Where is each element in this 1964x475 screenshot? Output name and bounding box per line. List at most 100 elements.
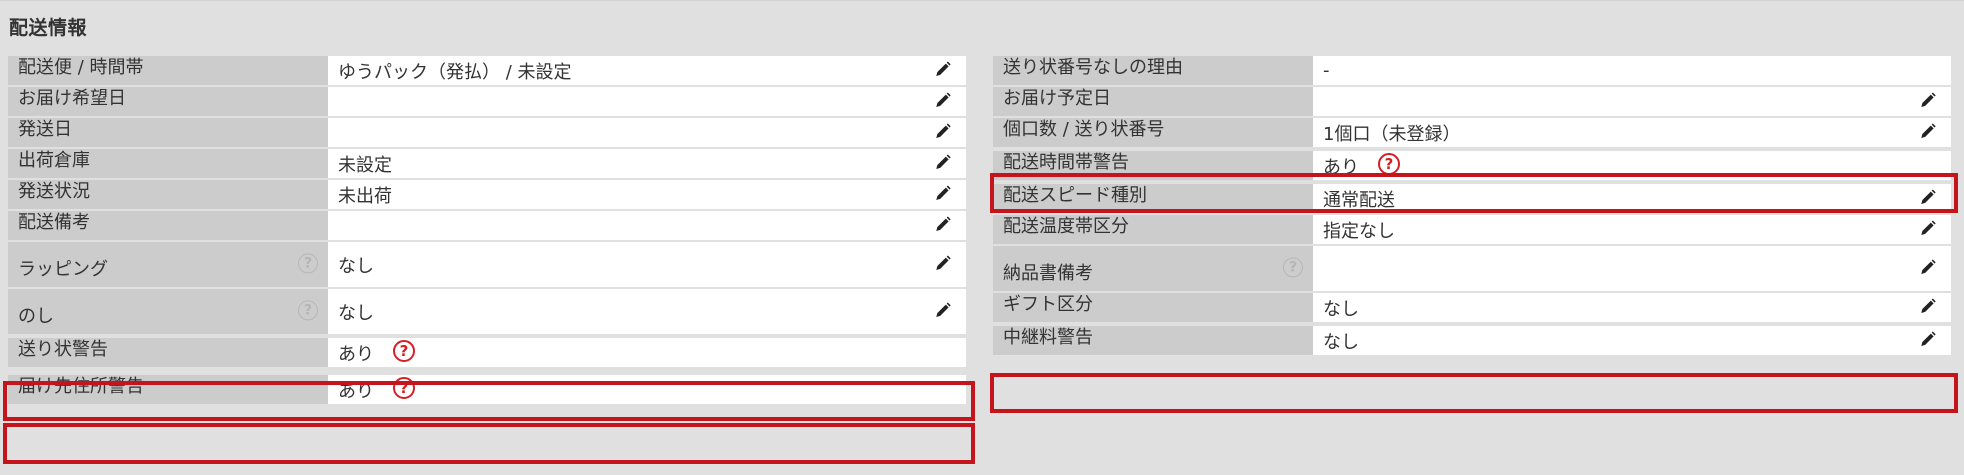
field-label: ラッピング ?: [8, 242, 328, 287]
field-value: あり ?: [328, 338, 966, 367]
field-value: [328, 211, 966, 240]
shipping-info-panel: 配送情報 配送便 / 時間帯 ゆうパック（発払） / 未設定 お届け希望日 発送…: [0, 0, 1964, 475]
field-value: なし: [1313, 326, 1951, 355]
field-value: [1313, 246, 1951, 291]
field-label: 発送状況: [8, 180, 328, 209]
pencil-icon[interactable]: [1919, 258, 1937, 276]
warning-help-icon[interactable]: ?: [393, 377, 415, 399]
pencil-icon[interactable]: [1919, 297, 1937, 315]
row-scheduled-delivery-date: お届け予定日: [993, 87, 1951, 116]
field-label-text: ラッピング: [18, 259, 108, 280]
warning-help-icon[interactable]: ?: [1378, 153, 1400, 175]
pencil-icon[interactable]: [934, 184, 952, 202]
pencil-icon[interactable]: [934, 254, 952, 272]
field-value-text: あり: [338, 343, 374, 365]
pencil-icon[interactable]: [1919, 330, 1937, 348]
field-label: お届け予定日: [993, 87, 1313, 116]
field-label: 発送日: [8, 118, 328, 147]
pencil-icon[interactable]: [934, 122, 952, 140]
field-value: 未出荷: [328, 180, 966, 209]
warning-help-icon[interactable]: ?: [393, 340, 415, 362]
field-value-text: ゆうパック（発払） / 未設定: [338, 61, 572, 83]
row-label-warning: 送り状警告 あり ?: [8, 338, 966, 367]
pencil-icon[interactable]: [934, 91, 952, 109]
row-address-warning: 届け先住所警告 あり ?: [8, 375, 966, 404]
field-label: 配送便 / 時間帯: [8, 56, 328, 85]
field-value-text: あり: [1323, 156, 1359, 178]
field-value: ゆうパック（発払） / 未設定: [328, 56, 966, 85]
row-no-tracking-reason: 送り状番号なしの理由 -: [993, 56, 1951, 85]
field-label: 送り状番号なしの理由: [993, 56, 1313, 85]
highlight-relay-fee-warning: [990, 373, 1958, 413]
field-value-text: なし: [338, 255, 374, 277]
field-label: 配送温度帯区分: [993, 215, 1313, 244]
field-label: 配送スピード種別: [993, 184, 1313, 213]
field-label: ギフト区分: [993, 293, 1313, 322]
field-label: 配送備考: [8, 211, 328, 240]
field-value-text: なし: [1323, 331, 1359, 353]
field-value-text: -: [1323, 60, 1330, 81]
field-value-text: 未出荷: [338, 185, 392, 207]
row-time-slot-warning: 配送時間帯警告 あり ?: [993, 151, 1951, 180]
field-value-text: 通常配送: [1323, 189, 1395, 211]
field-value-text: 指定なし: [1323, 220, 1395, 242]
row-warehouse: 出荷倉庫 未設定: [8, 149, 966, 178]
left-column: 配送便 / 時間帯 ゆうパック（発払） / 未設定 お届け希望日 発送日 出荷倉…: [8, 56, 966, 406]
help-icon[interactable]: ?: [1283, 256, 1303, 277]
row-ship-status: 発送状況 未出荷: [8, 180, 966, 209]
pencil-icon[interactable]: [934, 301, 952, 319]
row-wrapping: ラッピング ? なし: [8, 242, 966, 287]
pencil-icon[interactable]: [934, 60, 952, 78]
row-ship-date: 発送日: [8, 118, 966, 147]
pencil-icon[interactable]: [934, 153, 952, 171]
field-value-text: なし: [338, 302, 374, 324]
row-relay-fee-warning: 中継料警告 なし: [993, 326, 1951, 355]
pencil-icon[interactable]: [1919, 122, 1937, 140]
field-value: 1個口（未登録）: [1313, 118, 1951, 147]
row-invoice-note: 納品書備考 ?: [993, 246, 1951, 291]
field-value: なし: [328, 289, 966, 334]
field-label-text: のし: [18, 306, 54, 327]
highlight-address-warning: [3, 423, 975, 464]
field-value-text: あり: [338, 380, 374, 402]
field-value: なし: [328, 242, 966, 287]
right-column: 送り状番号なしの理由 - お届け予定日 個口数 / 送り状番号 1個口（未登録）…: [993, 56, 1951, 357]
row-noshi: のし ? なし: [8, 289, 966, 334]
field-value: なし: [1313, 293, 1951, 322]
field-label: 配送時間帯警告: [993, 151, 1313, 180]
row-delivery-speed: 配送スピード種別 通常配送: [993, 184, 1951, 213]
field-value: あり ?: [1313, 151, 1951, 180]
field-label: 中継料警告: [993, 326, 1313, 355]
field-value: 指定なし: [1313, 215, 1951, 244]
pencil-icon[interactable]: [1919, 91, 1937, 109]
row-gift-type: ギフト区分 なし: [993, 293, 1951, 322]
pencil-icon[interactable]: [1919, 219, 1937, 237]
field-value: [1313, 87, 1951, 116]
field-value-text: 未設定: [338, 154, 392, 176]
field-value: -: [1313, 56, 1951, 85]
field-label: 出荷倉庫: [8, 149, 328, 178]
field-value: あり ?: [328, 375, 966, 404]
row-desired-delivery-date: お届け希望日: [8, 87, 966, 116]
field-value-text: なし: [1323, 298, 1359, 320]
field-label: 送り状警告: [8, 338, 328, 367]
field-label: 届け先住所警告: [8, 375, 328, 404]
field-value: [328, 118, 966, 147]
field-label-text: 納品書備考: [1003, 263, 1093, 284]
help-icon[interactable]: ?: [298, 299, 318, 320]
field-label: 個口数 / 送り状番号: [993, 118, 1313, 147]
pencil-icon[interactable]: [1919, 188, 1937, 206]
field-value: [328, 87, 966, 116]
field-value: 通常配送: [1313, 184, 1951, 213]
pencil-icon[interactable]: [934, 215, 952, 233]
field-label: 納品書備考 ?: [993, 246, 1313, 291]
row-package-tracking: 個口数 / 送り状番号 1個口（未登録）: [993, 118, 1951, 147]
help-icon[interactable]: ?: [298, 252, 318, 273]
row-temperature-zone: 配送温度帯区分 指定なし: [993, 215, 1951, 244]
row-delivery-service: 配送便 / 時間帯 ゆうパック（発払） / 未設定: [8, 56, 966, 85]
section-title: 配送情報: [9, 17, 88, 39]
field-label: のし ?: [8, 289, 328, 334]
field-value: 未設定: [328, 149, 966, 178]
row-delivery-note: 配送備考: [8, 211, 966, 240]
field-value-text: 1個口（未登録）: [1323, 123, 1461, 145]
